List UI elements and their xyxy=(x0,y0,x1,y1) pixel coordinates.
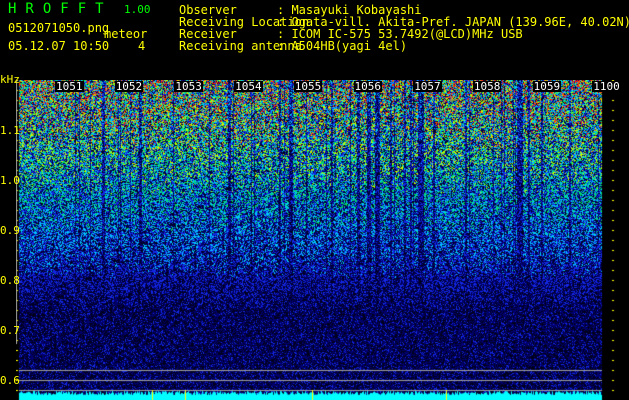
time-tick-label: 1056 xyxy=(353,80,382,93)
info-value: : A504HB(yagi 4el) xyxy=(277,39,408,53)
time-tick-label: 1053 xyxy=(174,80,203,93)
file-name: 0512071050.png xyxy=(8,21,110,35)
time-tick-label: 1059 xyxy=(532,80,562,93)
time-tick-label: 1051 xyxy=(55,80,84,93)
time-tick-label: 1058 xyxy=(472,80,502,93)
unit-label: kHz xyxy=(0,73,20,86)
time-tick-label: 1100 xyxy=(592,80,621,93)
time-tick-label: 1052 xyxy=(114,80,144,93)
y-tick-label: 1.1 xyxy=(0,124,20,137)
spectrogram xyxy=(16,80,615,400)
time-tick-label: 1057 xyxy=(413,80,442,93)
app-version: 1.00 xyxy=(124,3,151,16)
y-tick-label: 0.7 xyxy=(0,324,20,337)
y-tick-label: 0.8 xyxy=(0,274,20,287)
y-tick-label: 1.0 xyxy=(0,174,20,187)
time-tick-label: 1054 xyxy=(234,80,263,93)
y-tick-label: 0.6 xyxy=(0,374,20,387)
time-tick-label: 1055 xyxy=(293,80,323,93)
y-tick-label: 0.9 xyxy=(0,224,20,237)
app-title: HROFFT xyxy=(8,1,113,17)
file-datetime: 05.12.07 10:50 xyxy=(8,39,110,53)
meteor-count: 4 xyxy=(138,39,146,53)
